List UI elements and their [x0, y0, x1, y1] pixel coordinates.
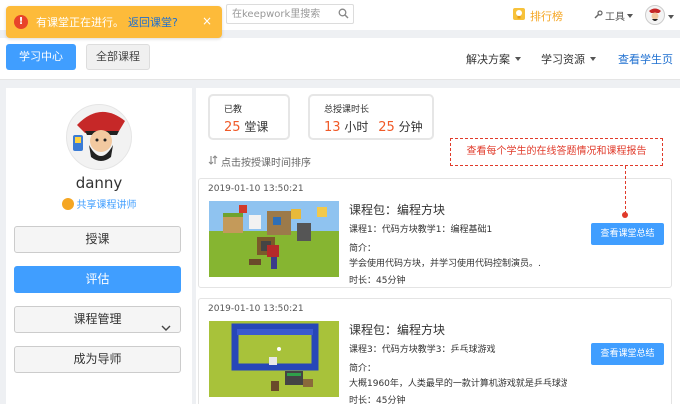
- evaluate-button[interactable]: 评估: [14, 266, 181, 293]
- caret-down-icon: [590, 57, 596, 61]
- hint-dot: [622, 212, 628, 218]
- session-date: 2019-01-10 13:50:21: [208, 304, 304, 314]
- profile-panel: danny 共享课程讲师 授课 评估 课程管理 成为导师: [6, 88, 192, 404]
- learning-center-button[interactable]: 学习中心: [6, 44, 76, 70]
- session-date: 2019-01-10 13:50:21: [208, 184, 304, 194]
- session-card: 2019-01-10 13:50:21 课程包：编程方块 课程1：代码方块教学1…: [198, 178, 672, 288]
- solutions-menu[interactable]: 解决方案: [466, 51, 521, 67]
- lesson-description: 大概1960年，人类最早的一款计算机游戏就是乒乓球游戏...: [349, 379, 567, 389]
- duration-value: 13 小时 25 分钟: [324, 118, 423, 135]
- lesson-duration: 时长：45分钟: [349, 276, 406, 286]
- toast-message: 有课堂正在进行。: [36, 16, 124, 29]
- hint-callout: 查看每个学生的在线答题情况和课程报告: [450, 138, 663, 166]
- caret-down-icon: [627, 13, 633, 18]
- solutions-label: 解决方案: [466, 53, 510, 66]
- sort-icon: [208, 155, 218, 168]
- resources-menu[interactable]: 学习资源: [541, 51, 596, 67]
- duration-stat: 总授课时长 13 小时 25 分钟: [308, 94, 434, 140]
- taught-stat: 已教 25 堂课: [208, 94, 290, 140]
- become-mentor-button[interactable]: 成为导师: [14, 346, 181, 373]
- avatar: [645, 5, 665, 28]
- search-input[interactable]: [227, 5, 331, 23]
- trophy-icon: [512, 7, 526, 24]
- session-thumbnail: [209, 321, 339, 397]
- caret-down-icon: [668, 14, 674, 19]
- main-panel: 已教 25 堂课 总授课时长 13 小时 25 分钟 点击按授课时间排序 查看每…: [196, 88, 680, 404]
- resources-label: 学习资源: [541, 53, 585, 66]
- teach-button[interactable]: 授课: [14, 226, 181, 253]
- search-icon[interactable]: [338, 8, 349, 22]
- lesson-description: 学会使用代码方块，并学习使用代码控制演员。.: [349, 259, 541, 269]
- hint-connector: [625, 166, 626, 214]
- intro-label: 简介：: [349, 244, 377, 254]
- teacher-badge-icon: [61, 197, 74, 210]
- all-courses-button[interactable]: 全部课程: [86, 44, 150, 70]
- user-menu[interactable]: [645, 5, 674, 28]
- lesson-duration: 时长：45分钟: [349, 396, 406, 404]
- lesson-title: 课程3：代码方块教学3：乒乓球游戏: [349, 345, 496, 355]
- class-in-progress-toast: ! 有课堂正在进行。 返回课堂? ×: [6, 6, 222, 38]
- minutes-count: 25: [378, 120, 395, 135]
- sort-label: 点击按授课时间排序: [221, 158, 311, 169]
- package-title: 课程包：编程方块: [349, 203, 446, 217]
- wrench-icon: [594, 9, 603, 22]
- session-card: 2019-01-10 13:50:21 课程包：编程方块 课程3：代码方块教学3…: [198, 298, 672, 404]
- student-page-link[interactable]: 查看学生页: [618, 51, 673, 67]
- taught-unit: 堂课: [244, 120, 269, 134]
- sub-navbar: 学习中心 全部课程 解决方案 学习资源 查看学生页: [0, 38, 680, 80]
- taught-label: 已教: [224, 105, 243, 115]
- role-label: 共享课程讲师: [76, 200, 137, 211]
- package-title: 课程包：编程方块: [349, 323, 446, 337]
- taught-value: 25 堂课: [224, 118, 268, 135]
- tools-menu[interactable]: 工具: [594, 8, 633, 23]
- close-icon[interactable]: ×: [202, 14, 212, 28]
- hours-count: 13: [324, 120, 341, 135]
- warning-icon: !: [14, 15, 28, 29]
- tools-label: 工具: [605, 12, 625, 23]
- hours-unit: 小时: [344, 120, 369, 134]
- return-to-class-link[interactable]: 返回课堂?: [128, 14, 178, 30]
- role-badge: 共享课程讲师: [6, 196, 192, 211]
- intro-label: 简介：: [349, 364, 377, 374]
- username: danny: [75, 174, 123, 192]
- leaderboard-link[interactable]: 排行榜: [512, 7, 563, 24]
- caret-down-icon: [515, 57, 521, 61]
- taught-count: 25: [224, 120, 241, 135]
- session-thumbnail: [209, 201, 339, 277]
- course-management-label: 课程管理: [73, 312, 122, 326]
- search-box[interactable]: [226, 4, 354, 24]
- duration-label: 总授课时长: [324, 105, 370, 115]
- view-summary-button[interactable]: 查看课堂总结: [591, 343, 664, 365]
- lesson-title: 课程1：代码方块教学1：编程基础1: [349, 225, 493, 235]
- course-management-button[interactable]: 课程管理: [14, 306, 181, 333]
- sort-by-time[interactable]: 点击按授课时间排序: [208, 154, 311, 169]
- profile-avatar: [66, 104, 132, 170]
- view-summary-button[interactable]: 查看课堂总结: [591, 223, 664, 245]
- leaderboard-label: 排行榜: [530, 9, 563, 23]
- minutes-unit: 分钟: [398, 120, 423, 134]
- chevron-down-icon: [161, 316, 171, 341]
